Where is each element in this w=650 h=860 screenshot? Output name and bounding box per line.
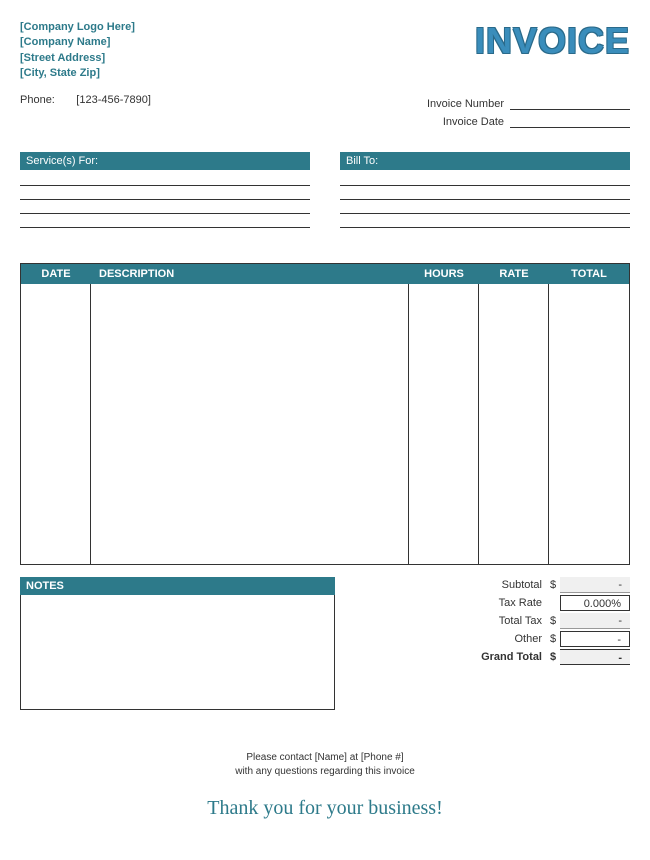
subtotal-label: Subtotal <box>355 579 546 591</box>
services-for-header: Service(s) For: <box>20 152 310 170</box>
phone-row: Phone: [123-456-7890] <box>20 94 151 106</box>
col-header-total: TOTAL <box>549 264 629 284</box>
bill-to-lines[interactable] <box>340 172 630 228</box>
footer-thanks: Thank you for your business! <box>0 797 650 820</box>
summary-block: Subtotal $ - Tax Rate 0.000% Total Tax $… <box>355 577 630 710</box>
line-item-hours-cell[interactable] <box>409 284 479 564</box>
company-logo-placeholder: [Company Logo Here] <box>20 20 135 35</box>
line-item-date-cell[interactable] <box>21 284 91 564</box>
footer-contact: Please contact [Name] at [Phone #] with … <box>0 751 650 779</box>
notes-body[interactable] <box>20 595 335 710</box>
other-value[interactable]: - <box>560 631 630 647</box>
invoice-title: INVOICE <box>475 20 630 62</box>
subtotal-value: - <box>560 577 630 593</box>
grandtotal-label: Grand Total <box>355 651 546 663</box>
col-header-description: DESCRIPTION <box>91 264 409 284</box>
phone-value: [123-456-7890] <box>76 94 151 106</box>
col-header-hours: HOURS <box>409 264 479 284</box>
footer-contact-line2: with any questions regarding this invoic… <box>0 765 650 779</box>
other-label: Other <box>355 633 546 645</box>
notes-header: NOTES <box>20 577 335 595</box>
company-city-state-zip: [City, State Zip] <box>20 66 135 81</box>
line-item-total-cell[interactable] <box>549 284 629 564</box>
taxrate-value[interactable]: 0.000% <box>560 595 630 611</box>
bill-to-header: Bill To: <box>340 152 630 170</box>
company-street: [Street Address] <box>20 51 135 66</box>
services-for-lines[interactable] <box>20 172 310 228</box>
totaltax-currency: $ <box>546 615 560 627</box>
taxrate-label: Tax Rate <box>355 597 546 609</box>
totaltax-label: Total Tax <box>355 615 546 627</box>
totaltax-value: - <box>560 613 630 629</box>
phone-label: Phone: <box>20 94 55 106</box>
grandtotal-currency: $ <box>546 651 560 663</box>
invoice-date-label: Invoice Date <box>443 116 510 128</box>
col-header-rate: RATE <box>479 264 549 284</box>
col-header-date: DATE <box>21 264 91 284</box>
footer-contact-line1: Please contact [Name] at [Phone #] <box>0 751 650 765</box>
invoice-number-label: Invoice Number <box>427 98 510 110</box>
subtotal-currency: $ <box>546 579 560 591</box>
company-info-block: [Company Logo Here] [Company Name] [Stre… <box>20 20 135 82</box>
line-item-desc-cell[interactable] <box>91 284 409 564</box>
invoice-date-input[interactable] <box>510 114 630 128</box>
grandtotal-value: - <box>560 649 630 665</box>
invoice-number-input[interactable] <box>510 96 630 110</box>
company-name: [Company Name] <box>20 35 135 50</box>
line-item-rate-cell[interactable] <box>479 284 549 564</box>
line-items-table: DATE DESCRIPTION HOURS RATE TOTAL <box>20 263 630 565</box>
other-currency: $ <box>546 633 560 645</box>
